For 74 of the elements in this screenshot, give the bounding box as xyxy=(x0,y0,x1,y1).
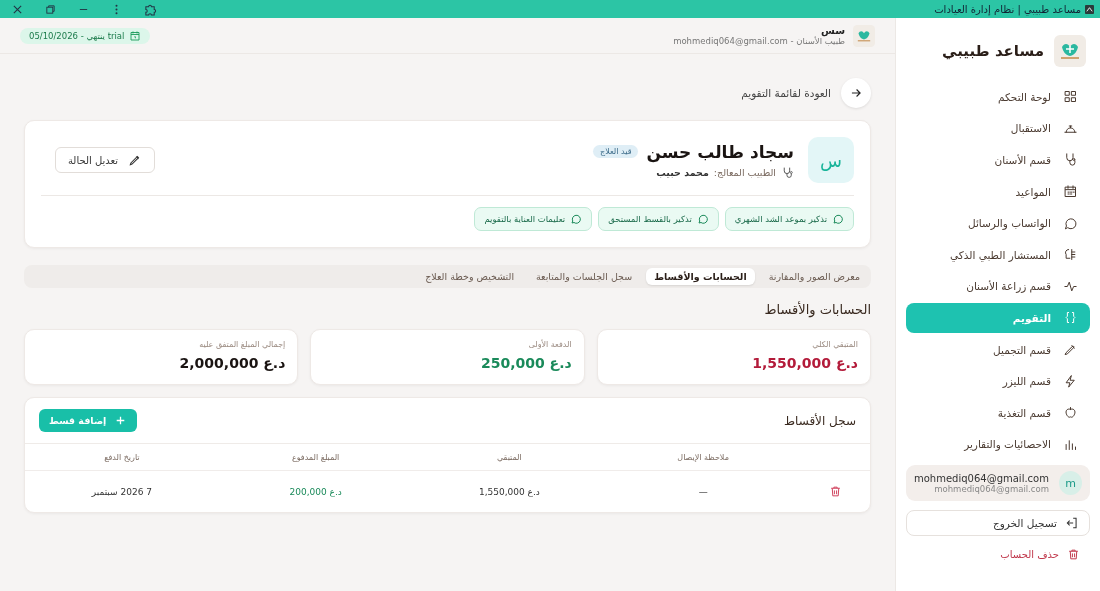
column-header: المتبقي xyxy=(495,452,523,462)
nav-icon xyxy=(1063,247,1078,263)
tab[interactable]: سجل الجلسات والمتابعة xyxy=(528,268,641,285)
nav-item[interactable]: الاحصائيات والتقارير xyxy=(906,429,1090,460)
nav-item[interactable]: الواتساب والرسائل xyxy=(906,208,1090,238)
nav-icon xyxy=(1063,152,1078,168)
summary-value: د.ع 1,550,000 xyxy=(751,355,858,371)
close-icon[interactable] xyxy=(12,3,23,15)
section-title: الحسابات والأقساط xyxy=(763,302,871,317)
user-name: mohmediq064@gmail.com xyxy=(914,472,1049,484)
nav-item[interactable]: قسم الأسنان xyxy=(906,145,1090,175)
delete-account-button[interactable]: حذف الحساب xyxy=(906,542,1090,568)
doctor-label: الطبيب المعالج: xyxy=(713,166,776,178)
table-cell-text: د.ع 1,550,000 xyxy=(477,486,541,497)
summary-label: الدفعة الأولى xyxy=(527,340,572,349)
table-cell-text: د.ع 200,000 xyxy=(288,486,343,497)
patient-avatar: س xyxy=(808,137,854,183)
logout-button[interactable]: تسجيل الخروج xyxy=(906,510,1090,537)
card-title: سجل الأقساط xyxy=(783,413,856,428)
nav-item[interactable]: قسم الليزر xyxy=(906,366,1090,396)
nav-item[interactable]: قسم زراعة الأسنان xyxy=(906,271,1090,302)
tab[interactable]: معرض الصور والمقارنة xyxy=(760,268,868,285)
trash-icon xyxy=(1067,548,1080,562)
edit-status-button[interactable]: تعديل الحالة xyxy=(55,147,156,173)
column-header: تاريخ الدفع xyxy=(103,452,141,462)
patient-name: سجاد طالب حسن xyxy=(646,141,794,162)
column-header: ملاحظة الإيصال xyxy=(676,452,730,462)
nav-icon xyxy=(1063,405,1078,421)
chat-icon xyxy=(570,213,583,225)
status-badge: قيد العلاج xyxy=(593,145,639,158)
logo-icon xyxy=(1054,35,1086,67)
chat-icon xyxy=(832,213,844,225)
nav-icon xyxy=(1063,342,1078,358)
doctor-name: محمد حبيب xyxy=(656,166,709,178)
window-title: مساعد طبيبي | نظام إدارة العيادات xyxy=(934,3,1081,15)
restore-icon[interactable] xyxy=(45,3,56,15)
reminder-button[interactable]: تذكير بموعد الشد الشهري xyxy=(724,207,854,231)
summary-label: المتبقي الكلي xyxy=(811,340,858,349)
nav-item[interactable]: قسم التجميل xyxy=(906,334,1090,365)
nav-icon xyxy=(1063,89,1078,105)
nav-item[interactable]: المواعيد xyxy=(906,176,1090,207)
nav-icon xyxy=(1063,215,1078,231)
user-avatar: m xyxy=(1058,471,1082,496)
back-link[interactable]: العودة لقائمة التقويم xyxy=(741,87,831,99)
nav-item[interactable]: الاستقبال xyxy=(906,113,1090,144)
reminder-button[interactable]: تذكير بالقسط المستحق xyxy=(598,207,719,231)
nav-icon xyxy=(1063,373,1078,389)
stethoscope-icon xyxy=(781,165,794,179)
chat-icon xyxy=(696,213,709,225)
logout-icon xyxy=(1065,516,1079,531)
nav-item[interactable]: المستشار الطبي الذكي xyxy=(906,239,1090,270)
nav-item[interactable]: لوحة التحكم xyxy=(906,82,1090,112)
nav-icon xyxy=(1063,310,1078,326)
app-icon xyxy=(1085,4,1094,14)
app-name: مساعد طبيبي xyxy=(942,42,1044,60)
trial-badge: trial ينتهي - 05/10/2026 xyxy=(20,27,151,44)
table-cell-text: — xyxy=(697,486,709,497)
nav-icon xyxy=(1063,184,1078,200)
back-button[interactable] xyxy=(841,78,871,108)
summary-value: د.ع 250,000 xyxy=(479,355,572,371)
summary-value: د.ع 2,000,000 xyxy=(178,355,286,371)
puzzle-icon[interactable] xyxy=(144,2,157,16)
user-logo-icon xyxy=(853,24,875,47)
user-email: mohmediq064@gmail.com xyxy=(934,483,1049,494)
summary-label: إجمالي المبلغ المتفق عليه xyxy=(198,340,286,349)
tab[interactable]: الحسابات والأقساط xyxy=(646,268,755,285)
column-header: المبلغ المدفوع xyxy=(290,452,341,462)
reminder-button[interactable]: تعليمات العناية بالتقويم xyxy=(474,207,593,231)
table-cell-text: 7 2026 سبتمبر xyxy=(90,486,153,497)
delete-icon[interactable] xyxy=(828,485,842,498)
user-role: طبيب الأسنان - mohmediq064@gmail.com xyxy=(673,36,845,46)
user-name: سس xyxy=(821,25,845,36)
tab[interactable]: التشخيص وخطة العلاج xyxy=(417,268,523,285)
nav-item[interactable]: قسم التغذية xyxy=(906,397,1090,428)
